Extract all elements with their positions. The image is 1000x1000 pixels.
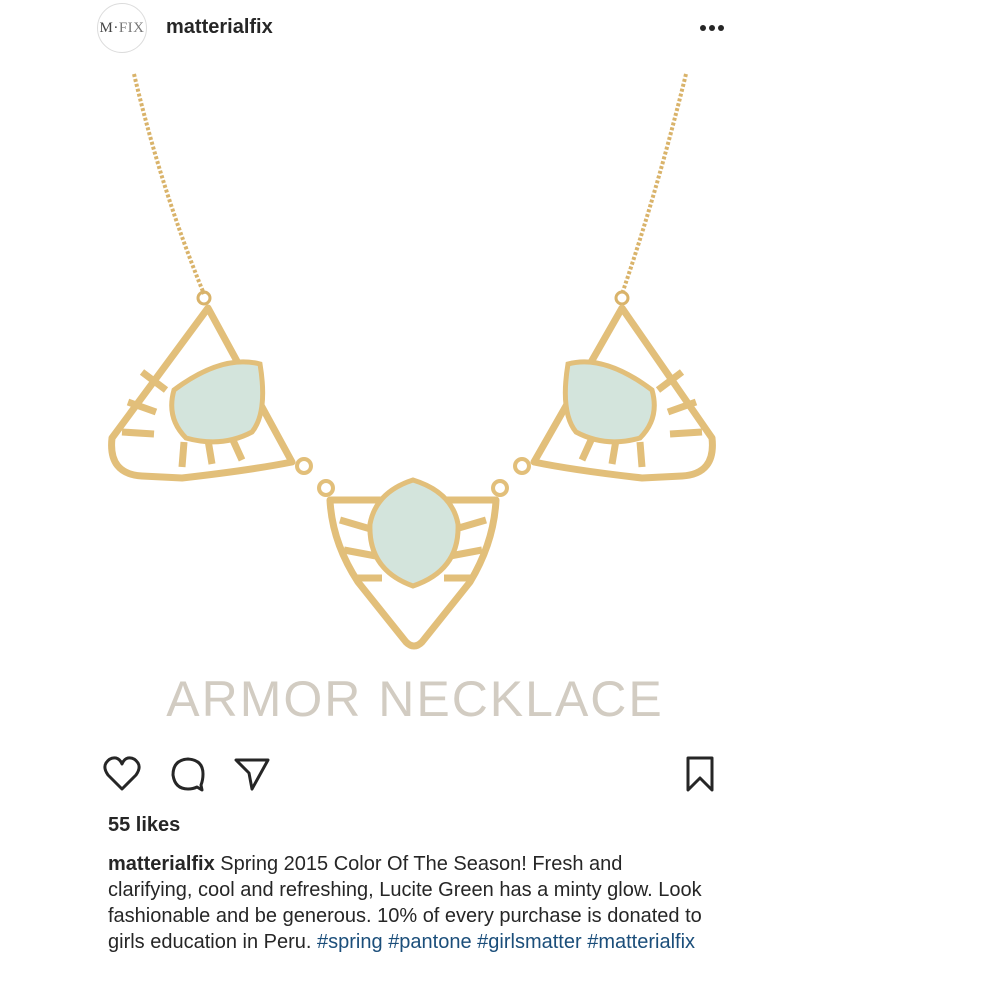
- like-button[interactable]: [100, 752, 144, 796]
- stone-right: [562, 359, 657, 445]
- post-header: M· FIX matterialfix: [82, 0, 748, 73]
- comment-button[interactable]: [166, 752, 210, 796]
- avatar-text-left: M·: [99, 19, 119, 36]
- heart-icon: [103, 756, 141, 791]
- avatar[interactable]: M· FIX: [97, 3, 147, 53]
- hashtag-link[interactable]: #girlsmatter: [477, 931, 581, 953]
- post-image[interactable]: ARMOR NECKLACE: [82, 72, 748, 738]
- more-options-icon: [700, 25, 724, 31]
- avatar-text-right: FIX: [118, 19, 145, 36]
- chain-right: [620, 73, 688, 295]
- image-overlay-text: ARMOR NECKLACE: [166, 671, 664, 727]
- save-button[interactable]: [678, 752, 722, 796]
- chain-left: [132, 73, 206, 295]
- share-button[interactable]: [230, 752, 274, 796]
- action-bar: [100, 752, 740, 800]
- post-username[interactable]: matterialfix: [166, 16, 273, 39]
- necklace-image: ARMOR NECKLACE: [108, 73, 716, 727]
- more-options-button[interactable]: [694, 15, 730, 41]
- bookmark-icon: [686, 756, 714, 792]
- caption-username[interactable]: matterialfix: [108, 853, 215, 875]
- hashtag-link[interactable]: #pantone: [388, 931, 471, 953]
- likes-count[interactable]: 55 likes: [108, 814, 180, 837]
- hashtag-link[interactable]: #spring: [317, 931, 383, 953]
- hashtag-link[interactable]: #matterialfix: [587, 931, 695, 953]
- stone-left: [169, 359, 266, 445]
- comment-icon: [171, 757, 205, 792]
- stone-center: [367, 477, 461, 589]
- post-caption: matterialfix Spring 2015 Color Of The Se…: [108, 851, 708, 955]
- send-icon: [234, 758, 270, 791]
